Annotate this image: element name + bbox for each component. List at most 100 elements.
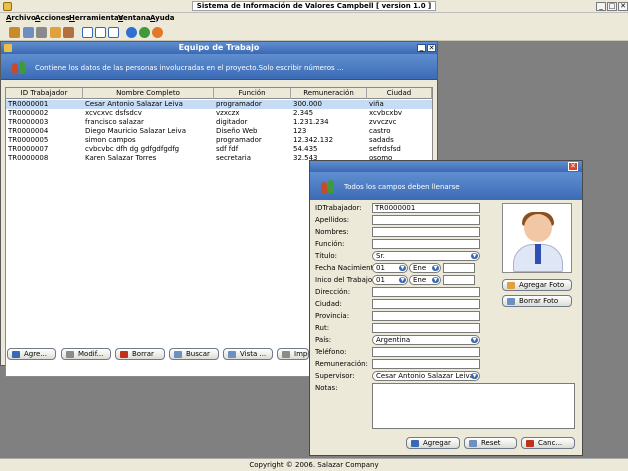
chevron-down-icon: ▼ <box>471 373 478 379</box>
table-cell: Karen Salazar Torres <box>85 154 157 162</box>
close-button[interactable]: ✕ <box>618 2 628 11</box>
table-row[interactable]: TR0000002 xcvcxvc dsfsdcv vzxczx 2.345 xcvbc… <box>6 109 432 118</box>
label-funcion: Función: <box>315 240 345 248</box>
table-cell: 300.000 <box>293 100 322 108</box>
edit-icon[interactable] <box>50 27 61 38</box>
chevron-down-icon: ▼ <box>471 253 478 259</box>
network-icon[interactable] <box>139 27 150 38</box>
birth-month-select[interactable]: Ene ▼ <box>409 263 441 273</box>
table-row[interactable]: TR0000005 simon campos programador 12.342.1… <box>6 136 432 145</box>
table-cell: 2.345 <box>293 109 314 117</box>
dialog-titlebar: ✕ <box>310 161 582 172</box>
table-cell: sdf fdf <box>216 145 239 153</box>
column-header[interactable]: Función <box>214 88 291 99</box>
add-photo-button[interactable]: Agregar Foto <box>502 279 572 291</box>
preview-button[interactable]: Vista ... <box>223 348 273 360</box>
user-icon[interactable] <box>152 27 163 38</box>
table-row[interactable]: TR0000003 francisco salazar digitador 1.231… <box>6 118 432 127</box>
supervisor-select[interactable]: Cesar Antonio Salazar Leiva ▼ <box>372 371 480 381</box>
open-icon[interactable] <box>9 27 20 38</box>
table-cell: 1.231.234 <box>293 118 329 126</box>
telefono-field[interactable] <box>372 347 480 357</box>
modify-button[interactable]: Modif... <box>61 348 111 360</box>
start-month-select[interactable]: Ene ▼ <box>409 275 441 285</box>
apellidos-field[interactable] <box>372 215 480 225</box>
table-cell: xcvbcxbv <box>369 109 403 117</box>
table-cell: TR0000001 <box>8 100 49 108</box>
maximize-button[interactable]: □ <box>607 2 617 11</box>
table-cell: sadads <box>369 136 394 144</box>
table-row[interactable]: TR0000004 Diego Mauricio Salazar Leiva Dis… <box>6 127 432 136</box>
ciudad-field[interactable] <box>372 299 480 309</box>
toolbar <box>0 24 628 41</box>
label-supervisor: Supervisor: <box>315 372 355 380</box>
minimize-button[interactable]: _ <box>596 2 606 11</box>
table-cell: xcvcxvc dsfsdcv <box>85 109 142 117</box>
label-apellidos: Apellidos: <box>315 216 350 224</box>
nombres-field[interactable] <box>372 227 480 237</box>
table-cell: TR0000004 <box>8 127 49 135</box>
delete-photo-button[interactable]: Borrar Foto <box>502 295 572 307</box>
employee-photo <box>502 203 572 273</box>
table-cell: 12.342.132 <box>293 136 334 144</box>
column-header[interactable]: Ciudad <box>367 88 432 99</box>
label-remuneracion: Remuneración: <box>315 360 368 368</box>
minimize-button[interactable]: ‗ <box>417 44 426 52</box>
window-icon[interactable] <box>82 27 93 38</box>
notas-textarea[interactable] <box>372 383 575 429</box>
menu-ventana[interactable]: Ventana <box>118 14 151 22</box>
reset-button[interactable]: Reset <box>464 437 517 449</box>
window-icon[interactable] <box>108 27 119 38</box>
column-header[interactable]: ID Trabajador <box>6 88 83 99</box>
chevron-down-icon: ▼ <box>471 337 478 343</box>
table-cell: TR0000005 <box>8 136 49 144</box>
team-window-titlebar: Equipo de Trabajo ‗ ✕ <box>1 42 437 54</box>
cancel-button[interactable]: Canc... <box>521 437 575 449</box>
pais-select[interactable]: Argentina ▼ <box>372 335 480 345</box>
help-icon[interactable] <box>126 27 137 38</box>
window-icon[interactable] <box>95 27 106 38</box>
menu-herramientas[interactable]: Herramientas <box>69 14 123 22</box>
start-day-select[interactable]: 01 ▼ <box>372 275 408 285</box>
remuneracion-field[interactable] <box>372 359 480 369</box>
tools-icon[interactable] <box>63 27 74 38</box>
table-cell: zvvczvc <box>369 118 397 126</box>
label-notas: Notas: <box>315 384 338 392</box>
titulo-select[interactable]: Sr. ▼ <box>372 251 480 261</box>
add-button[interactable]: Agregar <box>406 437 460 449</box>
id-field[interactable]: TR0000001 <box>372 203 480 213</box>
table-cell: 123 <box>293 127 307 135</box>
delete-button[interactable]: Borrar <box>115 348 165 360</box>
table-row[interactable]: TR0000007 cvbcvbc dfh dg gdfgdfgdfg sdf fd… <box>6 145 432 154</box>
table-cell: programador <box>216 136 262 144</box>
label-nombres: Nombres: <box>315 228 349 236</box>
rut-field[interactable] <box>372 323 480 333</box>
menu-ayuda[interactable]: Ayuda <box>150 14 174 22</box>
table-cell: secretaria <box>216 154 251 162</box>
menu-acciones[interactable]: Acciones <box>35 14 70 22</box>
start-year-field[interactable] <box>443 275 475 285</box>
search-button[interactable]: Buscar <box>169 348 219 360</box>
column-header[interactable]: Remuneración <box>291 88 367 99</box>
print-icon[interactable] <box>36 27 47 38</box>
menu-archivo[interactable]: Archivo <box>6 14 36 22</box>
label-rut: Rut: <box>315 324 330 332</box>
column-header[interactable]: Nombre Completo <box>83 88 214 99</box>
direccion-field[interactable] <box>372 287 480 297</box>
folder-icon[interactable] <box>23 27 34 38</box>
close-button[interactable]: ✕ <box>427 44 436 52</box>
provincia-field[interactable] <box>372 311 480 321</box>
table-row[interactable]: TR0000001 Cesar Antonio Salazar Leiva prog… <box>6 100 432 109</box>
chevron-down-icon: ▼ <box>399 265 406 271</box>
birth-year-field[interactable] <box>443 263 475 273</box>
app-titlebar: Sistema de Información de Valores Campbe… <box>0 0 628 13</box>
label-provincia: Provincia: <box>315 312 350 320</box>
table-cell: digitador <box>216 118 248 126</box>
table-cell: viña <box>369 100 384 108</box>
birth-day-select[interactable]: 01 ▼ <box>372 263 408 273</box>
table-cell: Cesar Antonio Salazar Leiva <box>85 100 183 108</box>
print-button[interactable]: Impo... <box>277 348 309 360</box>
funcion-field[interactable] <box>372 239 480 249</box>
add-button[interactable]: Agre... <box>7 348 56 360</box>
close-button[interactable]: ✕ <box>568 162 578 171</box>
